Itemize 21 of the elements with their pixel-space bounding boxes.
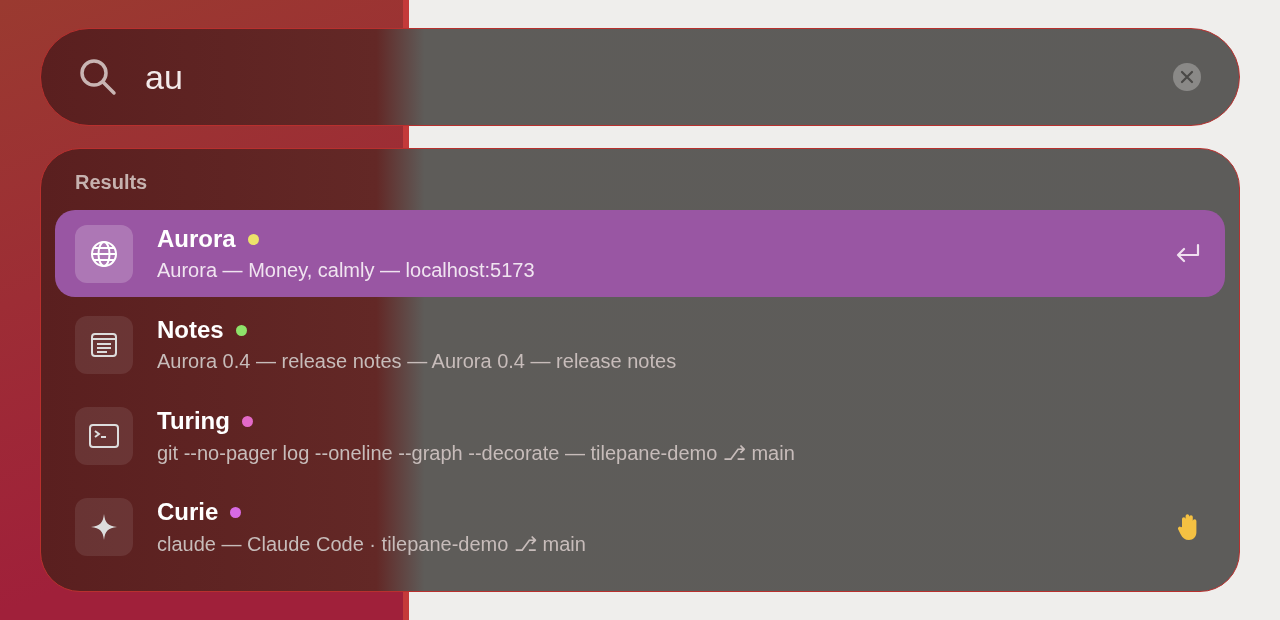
result-item[interactable]: Notes Aurora 0.4 — release notes — Aurora 0.4 — release notes	[55, 301, 1225, 389]
return-icon	[1175, 242, 1201, 265]
document-icon	[90, 331, 118, 358]
globe-icon	[89, 238, 119, 269]
result-title: Notes	[157, 316, 224, 345]
result-subtitle: Aurora 0.4 — release notes — Aurora 0.4 — release notes	[157, 350, 678, 374]
search-icon	[79, 58, 117, 96]
terminal-icon	[88, 423, 120, 450]
search-bar[interactable]: au	[40, 28, 1240, 126]
search-field[interactable]: au	[143, 56, 1147, 98]
result-item[interactable]: Aurora Aurora — Money, calmly — localhost:5173	[55, 210, 1225, 298]
result-subtitle: Aurora — Money, calmly — localhost:5173	[157, 259, 536, 283]
section-heading: Results	[74, 171, 149, 195]
result-item[interactable]: Curie claude — Claude Code · tilepane-demo ⎇ main	[55, 483, 1225, 571]
result-title: Curie	[157, 498, 219, 527]
result-title: Turing	[157, 407, 230, 436]
result-subtitle: claude — Claude Code · tilepane-demo ⎇ main	[157, 532, 587, 557]
result-subtitle: git --no-pager log --oneline --graph --decorate — tilepane-demo ⎇ main	[157, 441, 796, 466]
result-title: Aurora	[157, 225, 236, 254]
result-item[interactable]: Turing git --no-pager log --oneline --graph --decorate — tilepane-demo ⎇ main	[55, 392, 1225, 480]
clear-icon[interactable]	[1173, 63, 1201, 91]
